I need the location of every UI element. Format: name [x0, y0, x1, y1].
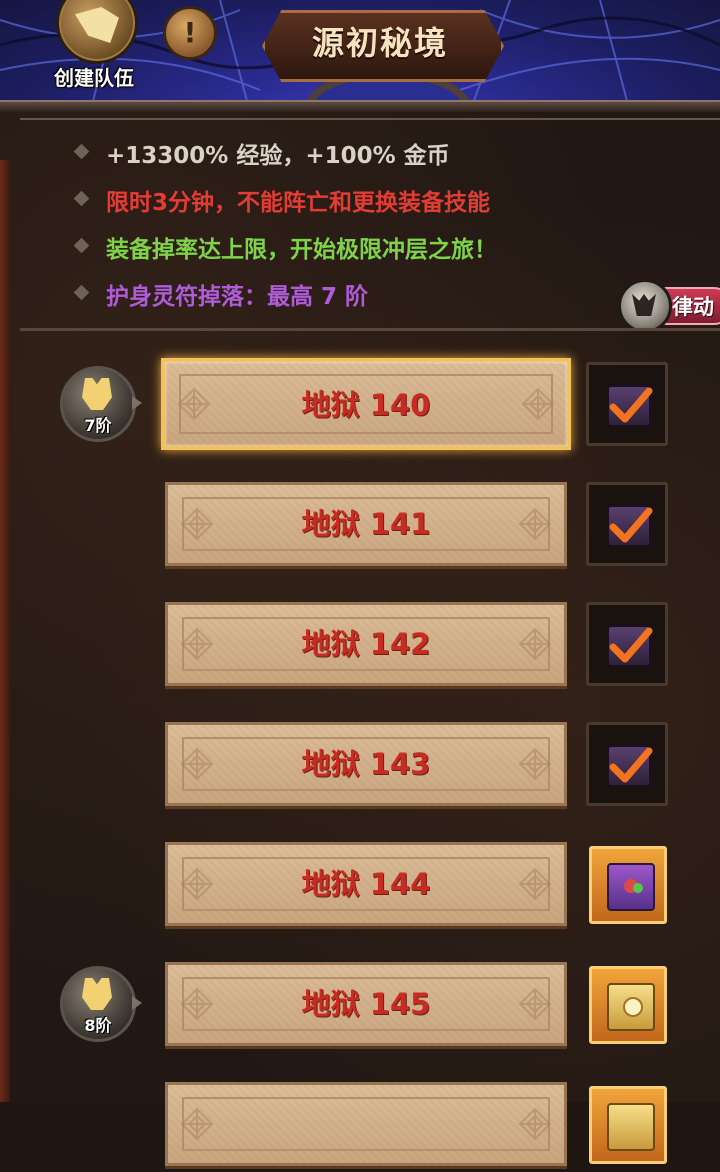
level-button[interactable]: 地狱 145: [165, 962, 567, 1046]
reward-claimed-chest[interactable]: [586, 362, 668, 446]
level-label: 地狱 145: [301, 987, 431, 1021]
chest-icon: [607, 1103, 655, 1151]
reward-purple-chest[interactable]: [589, 846, 667, 924]
level-row: 地狱 143: [0, 722, 720, 812]
gold-chest-icon: [607, 983, 655, 1031]
panel-divider-top: [20, 118, 720, 120]
level-row: 地狱 140 7阶: [0, 358, 720, 452]
level-button[interactable]: 地狱 141: [165, 482, 567, 566]
level-button[interactable]: 地狱 143: [165, 722, 567, 806]
level-row: 地狱 141: [0, 482, 720, 572]
tier-badge: 7阶: [60, 366, 142, 444]
create-team-label: 创建队伍: [54, 66, 134, 90]
title-plate: 源初秘境: [262, 10, 504, 82]
level-button[interactable]: [165, 1082, 567, 1166]
page-title: 源初秘境: [311, 24, 448, 62]
tier-label: 8阶: [84, 1016, 112, 1035]
level-label: [168, 1085, 564, 1163]
purple-chest-icon: [607, 863, 655, 911]
rhythm-label: 律动: [672, 295, 714, 319]
level-row: 地狱 142: [0, 602, 720, 692]
panel-divider-bottom: [20, 328, 720, 331]
level-row: 地狱 144: [0, 842, 720, 932]
level-button[interactable]: 地狱 140: [161, 358, 571, 450]
reward-chest[interactable]: [589, 1086, 667, 1164]
check-icon: [609, 383, 653, 427]
reward-gold-chest[interactable]: [589, 966, 667, 1044]
tier-label: 7阶: [84, 416, 112, 435]
info-button[interactable]: !: [163, 6, 217, 60]
bonus-text: 限时3分钟，不能阵亡和更换装备技能: [106, 190, 491, 216]
reward-claimed-chest[interactable]: [586, 602, 668, 686]
level-button[interactable]: 地狱 142: [165, 602, 567, 686]
rhythm-button[interactable]: 律动: [618, 279, 720, 333]
tier-badge: 8阶: [60, 966, 142, 1044]
bonus-text: +13300% 经验，+100% 金币: [106, 143, 450, 169]
level-row: 地狱 145 8阶: [0, 962, 720, 1052]
reward-claimed-chest[interactable]: [586, 482, 668, 566]
reward-claimed-chest[interactable]: [586, 722, 668, 806]
level-label: 地狱 141: [301, 507, 431, 541]
create-team-button[interactable]: 创建队伍: [44, 0, 144, 100]
flag-icon: [56, 0, 138, 64]
check-icon: [609, 503, 653, 547]
level-row: [0, 1082, 720, 1172]
banner-trim: [0, 100, 720, 112]
wolf-emblem-icon: [618, 279, 672, 333]
level-button[interactable]: 地狱 144: [165, 842, 567, 926]
level-label: 地狱 144: [301, 867, 431, 901]
check-icon: [609, 623, 653, 667]
bonus-text: 装备掉率达上限，开始极限冲层之旅！: [106, 237, 497, 263]
check-icon: [609, 743, 653, 787]
bonus-text: 护身灵符掉落：最高 7 阶: [106, 284, 369, 310]
level-label: 地狱 140: [301, 388, 431, 422]
level-label: 地狱 143: [301, 747, 431, 781]
level-label: 地狱 142: [301, 627, 431, 661]
